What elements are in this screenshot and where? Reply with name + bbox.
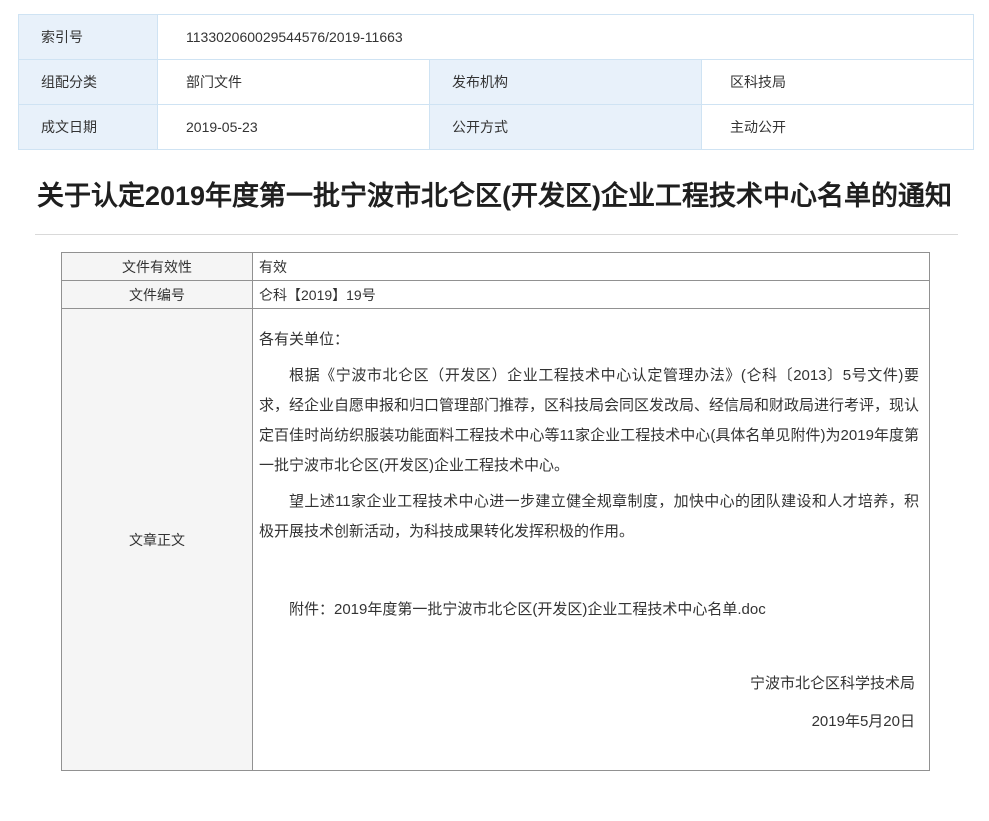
table-row: 索引号 113302060029544576/2019-11663 bbox=[19, 15, 974, 60]
table-row: 组配分类 部门文件 发布机构 区科技局 bbox=[19, 60, 974, 105]
publisher-label: 发布机构 bbox=[430, 60, 702, 105]
attachment-link[interactable]: 附件：2019年度第一批宁波市北仑区(开发区)企业工程技术中心名单.doc bbox=[259, 595, 919, 625]
signature-agency: 宁波市北仑区科学技术局 bbox=[259, 669, 919, 699]
doc-number-label: 文件编号 bbox=[62, 281, 253, 309]
index-number-label: 索引号 bbox=[19, 15, 158, 60]
publisher-value: 区科技局 bbox=[702, 60, 974, 105]
category-value: 部门文件 bbox=[158, 60, 430, 105]
index-number-value: 113302060029544576/2019-11663 bbox=[158, 15, 974, 60]
body-label: 文章正文 bbox=[62, 309, 253, 771]
validity-label: 文件有效性 bbox=[62, 253, 253, 281]
signature-date: 2019年5月20日 bbox=[259, 707, 919, 737]
disclosure-mode-label: 公开方式 bbox=[430, 105, 702, 150]
salutation: 各有关单位： bbox=[259, 325, 919, 355]
article-body: 各有关单位： 根据《宁波市北仑区（开发区）企业工程技术中心认定管理办法》(仑科〔… bbox=[253, 309, 930, 771]
metadata-table: 索引号 113302060029544576/2019-11663 组配分类 部… bbox=[18, 14, 974, 150]
body-paragraph-1: 根据《宁波市北仑区（开发区）企业工程技术中心认定管理办法》(仑科〔2013〕5号… bbox=[259, 361, 919, 481]
category-label: 组配分类 bbox=[19, 60, 158, 105]
table-row: 文件有效性 有效 bbox=[62, 253, 930, 281]
issue-date-label: 成文日期 bbox=[19, 105, 158, 150]
doc-number-value: 仑科【2019】19号 bbox=[253, 281, 930, 309]
document-table: 文件有效性 有效 文件编号 仑科【2019】19号 文章正文 各有关单位： 根据… bbox=[61, 252, 930, 771]
disclosure-mode-value: 主动公开 bbox=[702, 105, 974, 150]
table-row: 文章正文 各有关单位： 根据《宁波市北仑区（开发区）企业工程技术中心认定管理办法… bbox=[62, 309, 930, 771]
body-paragraph-2: 望上述11家企业工程技术中心进一步建立健全规章制度，加快中心的团队建设和人才培养… bbox=[259, 487, 919, 547]
table-row: 文件编号 仑科【2019】19号 bbox=[62, 281, 930, 309]
table-row: 成文日期 2019-05-23 公开方式 主动公开 bbox=[19, 105, 974, 150]
validity-value: 有效 bbox=[253, 253, 930, 281]
issue-date-value: 2019-05-23 bbox=[158, 105, 430, 150]
page-title: 关于认定2019年度第一批宁波市北仑区(开发区)企业工程技术中心名单的通知 bbox=[36, 176, 954, 216]
title-divider bbox=[35, 234, 958, 235]
